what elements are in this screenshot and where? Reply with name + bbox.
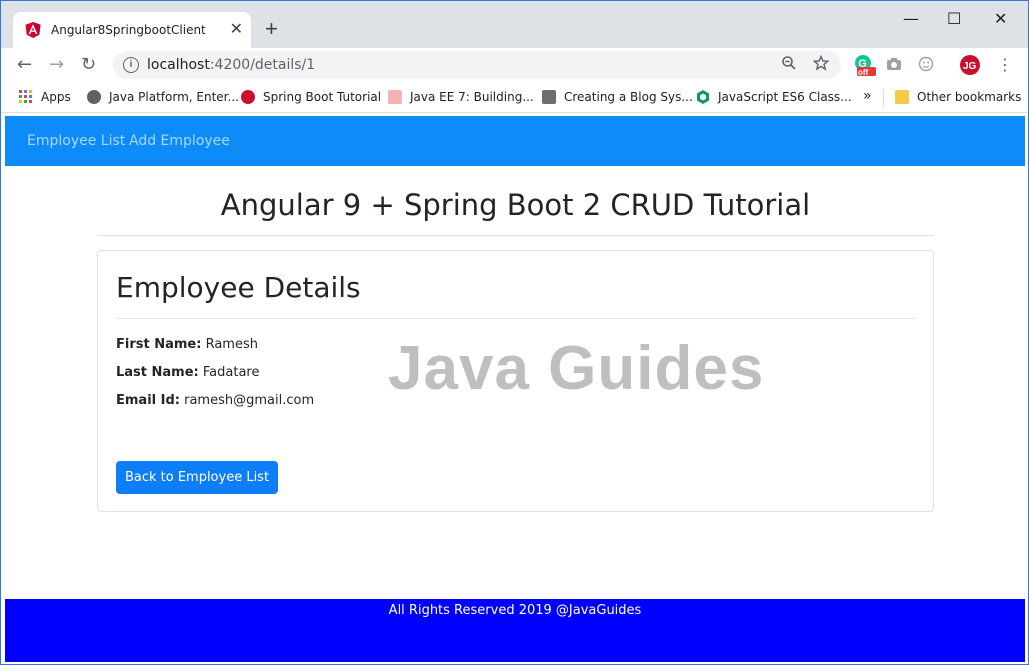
- bookmark-java-ee7[interactable]: Java EE 7: Building...: [388, 90, 534, 104]
- footer-text: All Rights Reserved 2019 @JavaGuides: [388, 603, 642, 618]
- bookmark-java-platform[interactable]: Java Platform, Enter...: [87, 90, 239, 104]
- card-heading: Employee Details: [116, 271, 361, 304]
- profile-avatar-icon[interactable]: JG: [959, 54, 981, 81]
- bookmark-creating-blog[interactable]: Creating a Blog Sys...: [542, 90, 693, 104]
- bookmarks-overflow-button[interactable]: »: [863, 88, 872, 104]
- tab-title: Angular8SpringbootClient: [51, 23, 206, 37]
- globe-icon: [87, 90, 101, 104]
- url-text[interactable]: localhost:4200/details/1: [147, 57, 315, 73]
- email-value: ramesh@gmail.com: [184, 393, 315, 408]
- camera-extension-icon[interactable]: [886, 56, 902, 77]
- close-window-button[interactable]: ✕: [994, 9, 1007, 28]
- zoom-icon[interactable]: [781, 55, 797, 75]
- card-divider: [116, 318, 916, 319]
- bookmark-label: Spring Boot Tutorial: [263, 90, 382, 104]
- reload-button[interactable]: ↻: [81, 54, 96, 76]
- last-name-label: Last Name:: [116, 365, 199, 380]
- address-bar[interactable]: i localhost:4200/details/1: [113, 51, 841, 79]
- extension-badge: off: [858, 68, 869, 77]
- bookmark-spring-boot-tutorial[interactable]: Spring Boot Tutorial: [241, 90, 381, 104]
- info-icon[interactable]: i: [123, 57, 139, 73]
- tab-strip: Angular8SpringbootClient ✕ + — ☐ ✕: [1, 1, 1028, 48]
- oracle-icon: [388, 90, 402, 104]
- menu-kebab-icon[interactable]: ⋮: [997, 54, 1013, 76]
- last-name-row: Last Name: Fadatare: [116, 365, 259, 380]
- browser-toolbar: ← → ↻ i localhost:4200/details/1 G off J…: [1, 48, 1028, 83]
- folder-icon: [895, 90, 909, 104]
- email-row: Email Id: ramesh@gmail.com: [116, 393, 314, 408]
- first-name-value: Ramesh: [205, 337, 258, 352]
- forward-button[interactable]: →: [49, 54, 64, 76]
- svg-text:JG: JG: [963, 61, 977, 72]
- bookmark-label: Creating a Blog Sys...: [564, 90, 693, 104]
- back-to-employee-list-button[interactable]: Back to Employee List: [116, 461, 278, 494]
- tab-active[interactable]: Angular8SpringbootClient ✕: [13, 12, 251, 48]
- page-title: Angular 9 + Spring Boot 2 CRUD Tutorial: [220, 188, 811, 222]
- back-button[interactable]: ←: [17, 54, 32, 76]
- browser-window: Angular8SpringbootClient ✕ + — ☐ ✕ ← → ↻…: [0, 0, 1029, 665]
- page-footer: All Rights Reserved 2019 @JavaGuides: [5, 599, 1025, 662]
- star-icon[interactable]: [812, 54, 830, 75]
- first-name-row: First Name: Ramesh: [116, 337, 258, 352]
- first-name-label: First Name:: [116, 337, 202, 352]
- nav-add-employee-link[interactable]: Add Employee: [129, 133, 230, 149]
- bookmark-label: Java EE 7: Building...: [410, 90, 534, 104]
- email-label: Email Id:: [116, 393, 180, 408]
- bookmark-label: Other bookmarks: [917, 90, 1022, 104]
- page-viewport: Employee List Add Employee Angular 9 + S…: [5, 116, 1025, 662]
- bookmark-label: Java Platform, Enter...: [109, 90, 239, 104]
- maximize-button[interactable]: ☐: [947, 9, 961, 28]
- employee-details-card: Employee Details First Name: Ramesh Last…: [97, 250, 934, 512]
- bookmark-javascript-es6[interactable]: JavaScript ES6 Class...: [696, 90, 852, 104]
- bookmarks-divider: [883, 89, 884, 107]
- bookmark-label: Apps: [41, 90, 71, 104]
- angular-icon: [25, 22, 41, 38]
- bookmarks-bar: Apps Java Platform, Enter... Spring Boot…: [1, 83, 1028, 113]
- face-extension-icon[interactable]: [918, 56, 934, 77]
- bookmark-apps[interactable]: Apps: [19, 90, 71, 104]
- nav-employee-list-link[interactable]: Employee List: [27, 133, 125, 149]
- minimize-button[interactable]: —: [903, 9, 919, 28]
- idk-icon: [542, 90, 556, 104]
- watermark: Java Guides: [388, 334, 765, 403]
- bookmark-other-bookmarks[interactable]: Other bookmarks: [895, 90, 1021, 104]
- title-divider: [97, 235, 934, 236]
- last-name-value: Fadatare: [202, 365, 260, 380]
- bookmark-label: JavaScript ES6 Class...: [718, 90, 852, 104]
- tab-close-icon[interactable]: ✕: [230, 21, 243, 39]
- javaguides-icon: [241, 90, 255, 104]
- new-tab-button[interactable]: +: [265, 18, 278, 40]
- app-navbar: Employee List Add Employee: [5, 116, 1025, 166]
- apps-grid-icon: [19, 90, 33, 104]
- hexagon-icon: [696, 90, 710, 104]
